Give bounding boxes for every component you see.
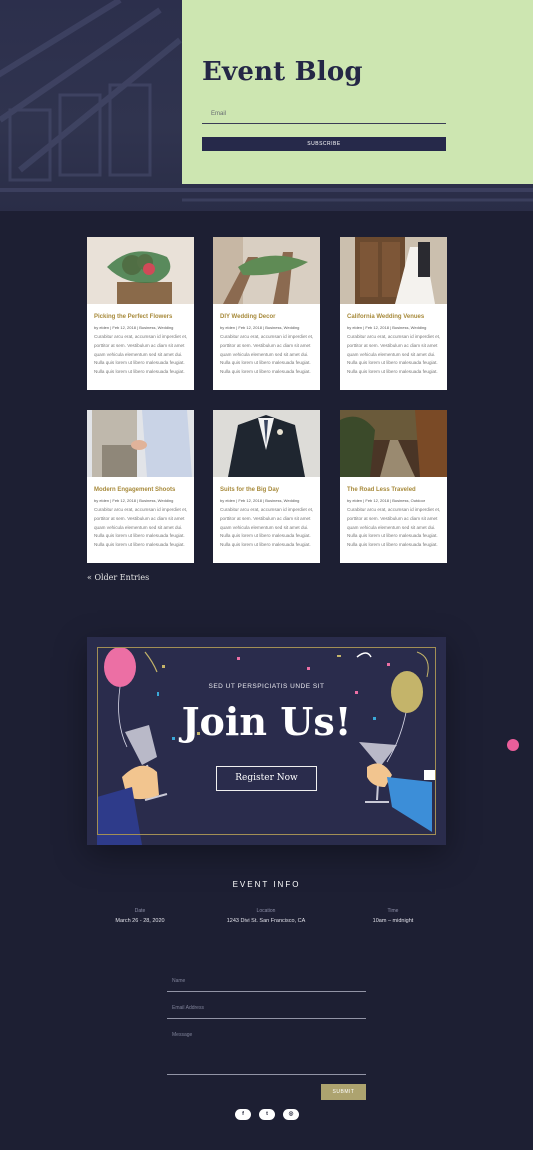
name-field-underline [167, 991, 366, 992]
location-info: Location 1243 Divi St. San Francisco, CA [206, 908, 326, 924]
post-meta: by elden | Feb 12, 2018 | Business, Wedd… [220, 325, 300, 330]
venue-image[interactable] [340, 237, 447, 304]
subscribe-button[interactable]: SUBSCRIBE [202, 137, 446, 151]
post-excerpt: Curabitur arcu erat, accumsan id imperdi… [94, 507, 188, 548]
time-info: Time 10am – midnight [333, 908, 453, 924]
post-meta: by elden | Feb 12, 2018 | Business, Wedd… [347, 325, 427, 330]
decor-image[interactable] [213, 237, 320, 304]
instagram-icon[interactable]: ◎ [283, 1109, 299, 1120]
post-title[interactable]: California Wedding Venues [347, 314, 424, 320]
post-excerpt: Curabitur arcu erat, accumsan id imperdi… [347, 334, 441, 375]
date-value: March 26 - 28, 2020 [115, 918, 165, 924]
register-button[interactable]: Register Now [216, 766, 317, 791]
date-info: Date March 26 - 28, 2020 [80, 908, 200, 924]
location-label: Location [256, 908, 276, 914]
hero-section: Event Blog Email SUBSCRIBE [0, 0, 533, 211]
time-value: 10am – midnight [372, 918, 414, 924]
email-field-underline [202, 123, 446, 124]
blog-card[interactable]: DIY Wedding Decor by elden | Feb 12, 201… [213, 237, 320, 390]
subscribe-card: Event Blog Email SUBSCRIBE [182, 0, 533, 184]
floating-dot [507, 739, 519, 751]
banner-subtitle: SED UT PERSPICIATIS UNDE SIT [208, 683, 325, 690]
page-title: Event Blog [202, 57, 363, 87]
post-title[interactable]: Suits for the Big Day [220, 487, 279, 493]
time-label: Time [387, 908, 399, 914]
post-meta: by elden | Feb 12, 2018 | Business, Outd… [347, 498, 426, 503]
location-value: 1243 Divi St. San Francisco, CA [226, 918, 306, 924]
post-title[interactable]: The Road Less Traveled [347, 487, 416, 493]
post-meta: by elden | Feb 12, 2018 | Business, Wedd… [94, 325, 174, 330]
post-excerpt: Curabitur arcu erat, accumsan id imperdi… [220, 507, 314, 548]
post-excerpt: Curabitur arcu erat, accumsan id imperdi… [94, 334, 188, 375]
join-us-banner: SED UT PERSPICIATIS UNDE SIT Join Us! Re… [87, 637, 446, 845]
message-field[interactable]: Message [172, 1032, 192, 1038]
blog-card[interactable]: California Wedding Venues by elden | Feb… [340, 237, 447, 390]
flowers-image[interactable] [87, 237, 194, 304]
email-field[interactable]: Email [211, 111, 226, 117]
post-meta: by elden | Feb 12, 2018 | Business, Wedd… [220, 498, 300, 503]
message-field-underline [167, 1074, 366, 1075]
twitter-icon[interactable]: t [259, 1109, 275, 1120]
older-entries-link[interactable]: « Older Entries [87, 573, 149, 582]
blog-card[interactable]: The Road Less Traveled by elden | Feb 12… [340, 410, 447, 563]
date-label: Date [134, 908, 146, 914]
post-title[interactable]: Picking the Perfect Flowers [94, 314, 172, 320]
facebook-icon[interactable]: f [235, 1109, 251, 1120]
post-title[interactable]: DIY Wedding Decor [220, 314, 275, 320]
email-field-underline [167, 1018, 366, 1019]
post-meta: by elden | Feb 12, 2018 | Business, Wedd… [94, 498, 174, 503]
post-title[interactable]: Modern Engagement Shoots [94, 487, 175, 493]
name-field[interactable]: Name [172, 978, 185, 984]
blog-card[interactable]: Suits for the Big Day by elden | Feb 12,… [213, 410, 320, 563]
post-excerpt: Curabitur arcu erat, accumsan id imperdi… [220, 334, 314, 375]
suits-image[interactable] [213, 410, 320, 477]
submit-button[interactable]: SUBMIT [321, 1084, 366, 1100]
blog-card[interactable]: Modern Engagement Shoots by elden | Feb … [87, 410, 194, 563]
blog-card[interactable]: Picking the Perfect Flowers by elden | F… [87, 237, 194, 390]
event-info-heading: EVENT INFO [232, 880, 301, 889]
banner-title: Join Us! [181, 699, 352, 744]
post-excerpt: Curabitur arcu erat, accumsan id imperdi… [347, 507, 441, 548]
engagement-image[interactable] [87, 410, 194, 477]
email-address-field[interactable]: Email Address [172, 1005, 204, 1011]
road-image[interactable] [340, 410, 447, 477]
